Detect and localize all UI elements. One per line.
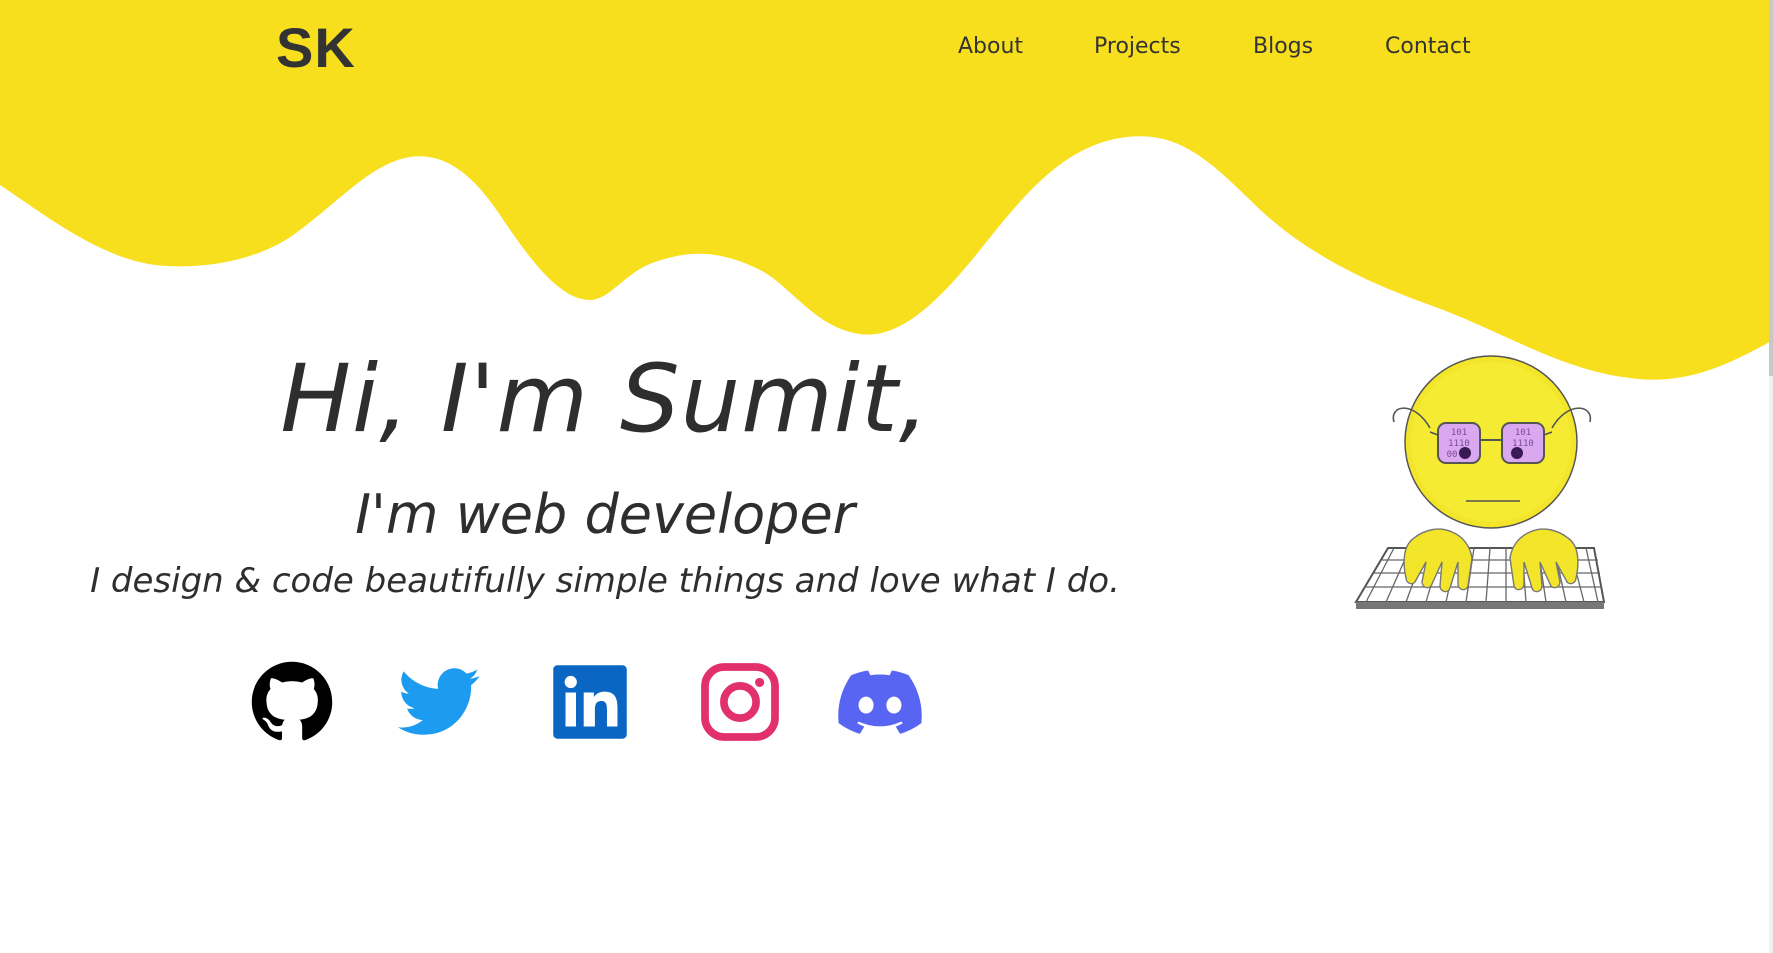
portfolio-page: SK About Projects Blogs Contact Hi, I'm … <box>0 0 1773 953</box>
linkedin-icon <box>553 665 627 739</box>
linkedin-link[interactable] <box>548 660 632 744</box>
site-logo[interactable]: SK <box>276 16 356 80</box>
lens-binary-line1: 101 <box>1451 428 1467 438</box>
hero-tagline: I design & code beautifully simple thing… <box>90 561 1120 601</box>
lens-binary-line4: 101 <box>1515 428 1531 438</box>
social-links <box>0 660 1210 750</box>
discord-link[interactable] <box>838 660 922 744</box>
header-wave-background <box>0 0 1773 380</box>
github-link[interactable] <box>250 660 334 744</box>
coder-emoji-illustration: 101 1110 00 101 1110 <box>1354 355 1606 609</box>
nav-item-blogs[interactable]: Blogs <box>1253 30 1313 64</box>
lens-binary-line3: 00 <box>1447 450 1458 460</box>
coder-illustration: 101 1110 00 101 1110 <box>1354 340 1630 616</box>
twitter-icon <box>397 668 480 735</box>
scrollbar-thumb[interactable] <box>1769 0 1773 376</box>
nav-item-about[interactable]: About <box>958 30 1023 64</box>
hero-role: I'm web developer <box>355 483 855 546</box>
nav-item-projects[interactable]: Projects <box>1094 30 1181 64</box>
twitter-link[interactable] <box>397 660 481 744</box>
instagram-link[interactable] <box>698 660 782 744</box>
github-icon <box>251 661 333 741</box>
instagram-icon <box>701 663 779 741</box>
hero-greeting: Hi, I'm Sumit, <box>280 345 930 454</box>
nav-item-contact[interactable]: Contact <box>1385 30 1471 64</box>
discord-icon <box>838 670 922 734</box>
